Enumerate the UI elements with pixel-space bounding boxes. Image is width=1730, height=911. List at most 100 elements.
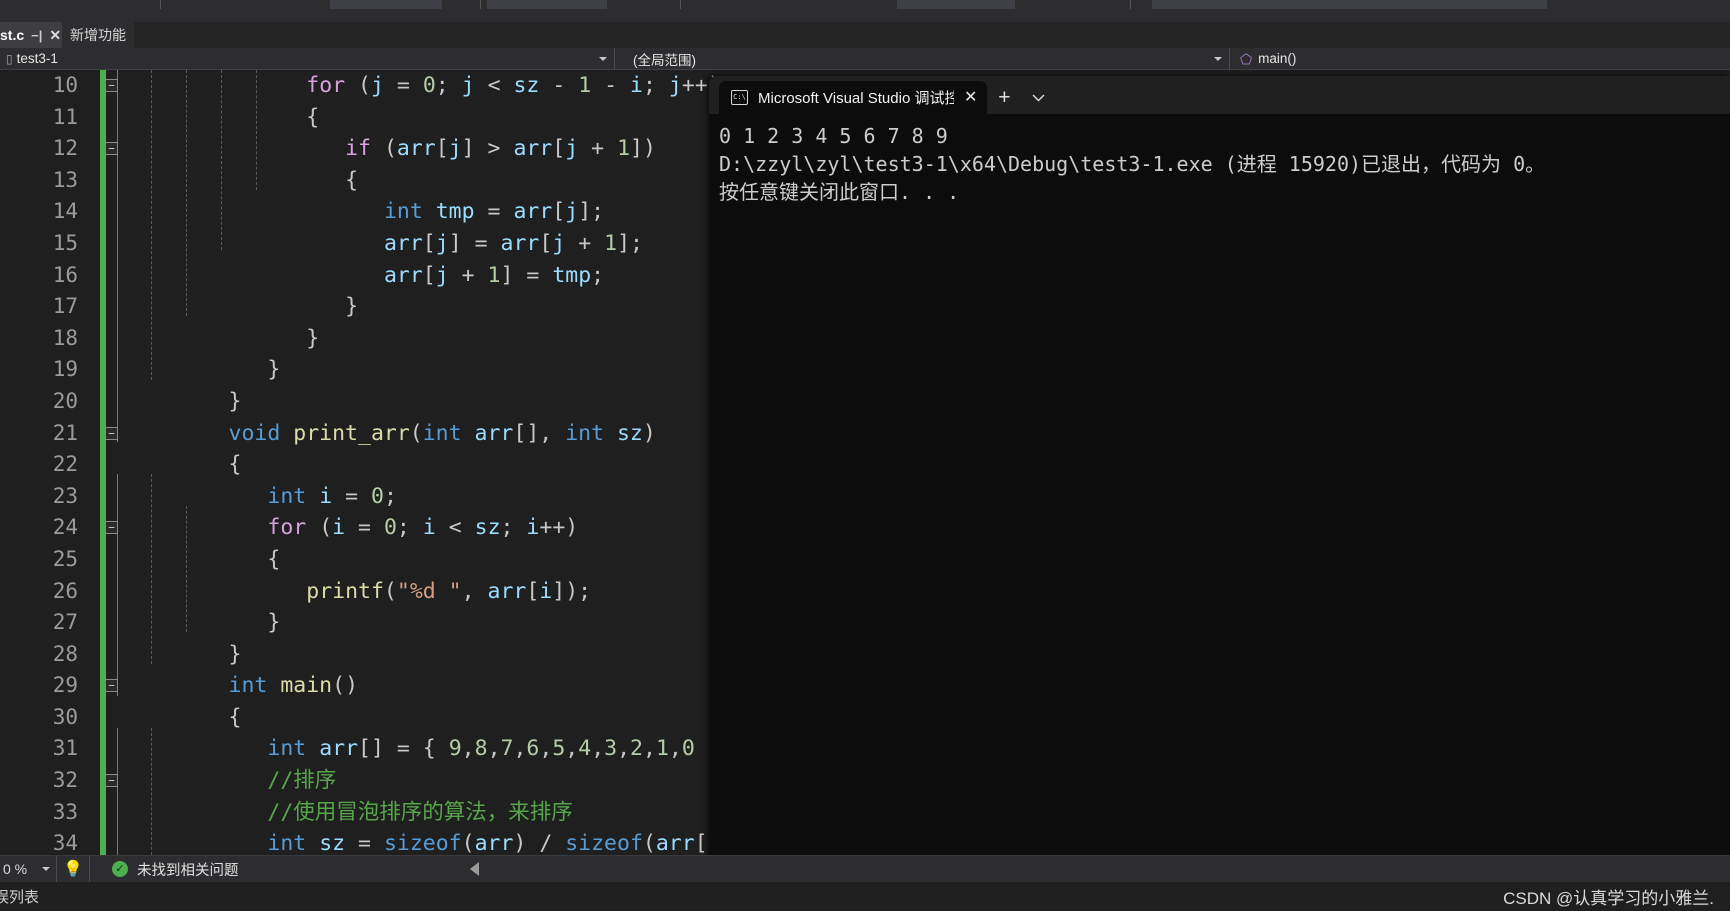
console-output-line: D:\zzyl\zyl\test3-1\x64\Debug\test3-1.ex…	[719, 152, 1546, 176]
fold-toggle-icon[interactable]: −	[105, 774, 118, 788]
toolbar-group-4[interactable]	[1152, 0, 1547, 9]
toolbar-strip	[0, 0, 1730, 22]
code-text: }	[228, 641, 242, 667]
chevron-down-icon[interactable]	[42, 867, 50, 871]
project-label: test3-1	[16, 51, 58, 66]
toolbar-group-3[interactable]	[897, 0, 1015, 9]
line-number: 16	[52, 262, 78, 287]
code-text: arr[j] = arr[j + 1];	[383, 230, 643, 256]
toolbar-group-1[interactable]	[330, 0, 442, 9]
line-number: 11	[52, 104, 78, 129]
issue-status-label: 未找到相关问题	[137, 862, 239, 879]
line-number: 26	[52, 578, 78, 603]
line-number: 33	[52, 799, 78, 824]
code-text: int tmp = arr[j];	[383, 199, 605, 225]
scope-selector[interactable]: (全局范围)	[615, 47, 1230, 70]
console-tab[interactable]: C:\ Microsoft Visual Studio 调试控 ✕	[719, 81, 988, 114]
lightbulb-icon: 💡	[63, 861, 83, 878]
error-list-label[interactable]: 误列表	[0, 886, 39, 907]
line-number: 14	[52, 199, 78, 224]
line-number: 21	[52, 420, 78, 445]
toolbar-group-2[interactable]	[487, 0, 607, 9]
line-number: 17	[52, 294, 78, 319]
code-text: }	[267, 610, 281, 636]
code-text: }	[306, 325, 320, 351]
console-output-line: 按任意键关闭此窗口. . .	[719, 180, 960, 204]
code-text: }	[228, 388, 242, 414]
function-label: main()	[1258, 51, 1297, 66]
code-text: int sz = sizeof(arr) / sizeof(arr[0]);	[267, 831, 759, 855]
code-text: {	[306, 104, 320, 130]
function-selector[interactable]: ⬠ main()	[1230, 48, 1730, 70]
code-text: }	[345, 294, 359, 320]
navigation-bar: ▯ test3-1 (全局范围) ⬠ main()	[0, 47, 1730, 70]
line-number: 20	[52, 388, 78, 413]
line-number: 13	[52, 167, 78, 192]
quick-actions-button[interactable]: 💡	[56, 855, 90, 883]
chevron-down-icon[interactable]	[599, 56, 607, 61]
fold-toggle-icon[interactable]: −	[105, 426, 118, 440]
fold-toggle-icon[interactable]: −	[105, 142, 118, 156]
scope-label: (全局范围)	[633, 52, 696, 68]
vs-window: st.c −| ✕ 新增功能 ▯ test3-1 (全局范围) ⬠ main()	[0, 0, 1730, 911]
toolbar-separator	[160, 0, 161, 9]
line-number: 25	[52, 546, 78, 571]
code-text: {	[228, 452, 242, 478]
document-tab-active[interactable]: st.c −| ✕	[0, 22, 70, 48]
code-text: printf("%d ", arr[i]);	[306, 578, 592, 604]
collapse-left-icon[interactable]	[469, 862, 479, 876]
line-number: 23	[52, 483, 78, 508]
line-number: 28	[52, 641, 78, 666]
check-circle-icon: ✓	[112, 861, 128, 877]
line-number: 29	[52, 673, 78, 698]
code-text: int arr[] = { 9,8,7,6,5,4,3,2,1,0 };	[267, 736, 733, 762]
console-tab-bar: C:\ Microsoft Visual Studio 调试控 ✕ +	[709, 76, 1730, 114]
line-number: 19	[52, 357, 78, 382]
issue-status[interactable]: ✓ 未找到相关问题	[90, 859, 479, 880]
cmd-console-icon: C:\	[731, 90, 748, 105]
console-output-line: 0 1 2 3 4 5 6 7 8 9	[719, 124, 948, 148]
line-number: 15	[52, 230, 78, 255]
code-text: {	[228, 704, 242, 730]
zoom-level-label: 0 %	[3, 861, 28, 877]
code-text: void print_arr(int arr[], int sz)	[228, 420, 656, 446]
line-number: 31	[52, 736, 78, 761]
chevron-down-icon[interactable]	[1021, 81, 1055, 114]
document-tab-label: st.c	[0, 27, 25, 43]
code-text: for (j = 0; j < sz - 1 - i; j++)	[306, 73, 720, 98]
console-tab-title: Microsoft Visual Studio 调试控	[758, 90, 954, 107]
fold-toggle-icon[interactable]: −	[105, 79, 118, 92]
close-icon[interactable]: ✕	[49, 28, 61, 42]
zoom-level-selector[interactable]: 0 %	[0, 856, 56, 883]
line-number: 27	[52, 610, 78, 635]
debug-console-window[interactable]: C:\ Microsoft Visual Studio 调试控 ✕ + 0 1 …	[709, 76, 1730, 863]
code-text: {	[345, 167, 359, 193]
toolbar-separator	[480, 0, 481, 9]
watermark: CSDN @认真学习的小雅兰.	[1503, 889, 1714, 908]
code-text: //排序	[267, 768, 337, 794]
fold-toggle-icon[interactable]: −	[105, 521, 118, 535]
pin-icon[interactable]: −|	[31, 29, 42, 42]
new-tab-button[interactable]: +	[987, 81, 1021, 114]
code-text: {	[267, 546, 281, 572]
code-text: for (i = 0; i < sz; i++)	[267, 515, 579, 541]
line-number: 22	[52, 452, 78, 477]
document-tab-label: 新增功能	[70, 27, 126, 43]
chevron-down-glyph	[1032, 94, 1045, 101]
line-number: 10	[52, 73, 78, 97]
document-tab-new-feature[interactable]: 新增功能	[62, 22, 134, 48]
code-text: int i = 0;	[267, 483, 397, 509]
line-number: 32	[52, 768, 78, 793]
close-icon[interactable]: ✕	[964, 89, 977, 106]
code-text: int main()	[228, 673, 359, 699]
line-number: 34	[52, 831, 78, 855]
toolbar-separator	[1130, 0, 1131, 9]
project-selector[interactable]: ▯ test3-1	[0, 47, 615, 70]
line-number: 24	[52, 515, 78, 540]
code-text: }	[267, 357, 281, 383]
line-number: 30	[52, 704, 78, 729]
code-text: //使用冒泡排序的算法，来排序	[267, 799, 573, 825]
chevron-down-icon[interactable]	[1214, 56, 1222, 61]
fold-toggle-icon[interactable]: −	[105, 679, 118, 693]
line-number: 12	[52, 136, 78, 161]
